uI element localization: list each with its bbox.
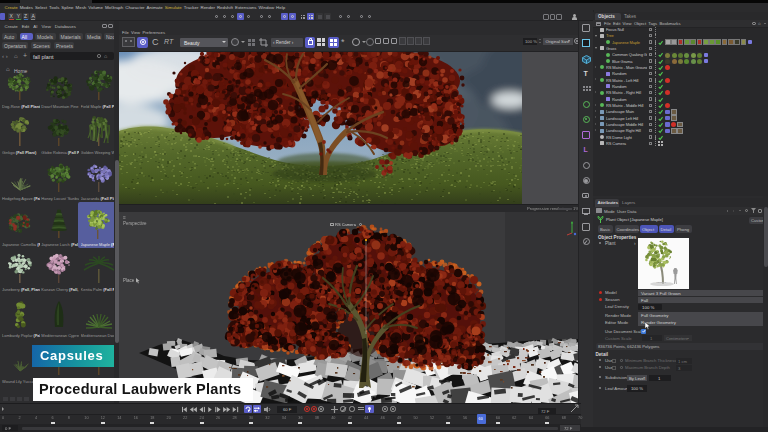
svg-text:Variant 3: Variant 3: [656, 281, 666, 284]
